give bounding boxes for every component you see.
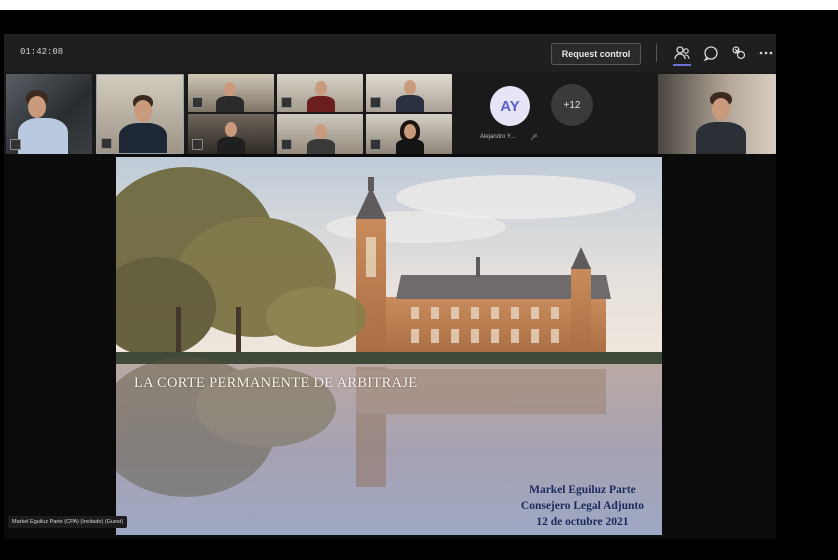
people-icon[interactable] (672, 43, 692, 63)
presenter-name: Markel Eguiluz Parte (529, 484, 636, 496)
toolbar-divider (656, 44, 657, 62)
mic-muted-icon (281, 139, 292, 150)
more-options-icon[interactable] (756, 43, 776, 63)
participant-strip: AY Alejandro Y... 🎤︎ +12 (4, 72, 776, 154)
more-participants-button[interactable]: +12 (551, 84, 593, 126)
presenter-caption: Markel Eguiluz Parte (CPA) (Invitado) (G… (8, 516, 128, 528)
presenter-role: Consejero Legal Adjunto (520, 500, 644, 512)
mic-muted-icon (192, 97, 203, 108)
mic-muted-icon (192, 139, 203, 150)
participant-video-tile[interactable] (277, 114, 363, 154)
reactions-icon[interactable] (729, 43, 749, 63)
shared-screen-area: LA CORTE PERMANENTE DE ARBITRAJE Markel … (4, 154, 776, 539)
active-tab-indicator (673, 64, 691, 66)
participant-avatar-tile[interactable]: AY Alejandro Y... 🎤︎ (480, 76, 542, 152)
slide-title: LA CORTE PERMANENTE DE ARBITRAJE (134, 375, 418, 391)
participant-video-tile[interactable] (6, 74, 92, 154)
meeting-top-bar: 01:42:08 Request control (4, 34, 776, 72)
participant-name: Alejandro Y... (480, 134, 516, 140)
mic-muted-icon (370, 139, 381, 150)
participant-video-tile[interactable] (96, 74, 184, 154)
mic-muted-icon (10, 139, 21, 150)
presenter-info: Markel Eguiluz Parte Consejero Legal Adj… (521, 482, 644, 530)
mic-muted-icon (281, 97, 292, 108)
avatar: AY (490, 86, 530, 126)
mic-muted-icon (101, 138, 112, 149)
meeting-window: 01:42:08 Request control AY Alejandro Y.… (4, 34, 776, 539)
presentation-slide: LA CORTE PERMANENTE DE ARBITRAJE Markel … (116, 157, 662, 535)
participant-video-tile[interactable] (188, 74, 274, 112)
participant-video-tile[interactable] (366, 114, 452, 154)
participant-video-tile[interactable] (188, 114, 274, 154)
request-control-button[interactable]: Request control (551, 43, 641, 65)
participant-video-tile[interactable] (366, 74, 452, 112)
mic-icon: 🎤︎ (530, 135, 538, 141)
presentation-date: 12 de octubre 2021 (536, 516, 629, 528)
mic-muted-icon (370, 97, 381, 108)
peace-palace-photo (116, 157, 662, 535)
meeting-timer: 01:42:08 (20, 47, 64, 57)
participant-video-tile[interactable] (277, 74, 363, 112)
chat-icon[interactable] (701, 43, 721, 63)
participant-video-tile[interactable] (658, 74, 776, 154)
